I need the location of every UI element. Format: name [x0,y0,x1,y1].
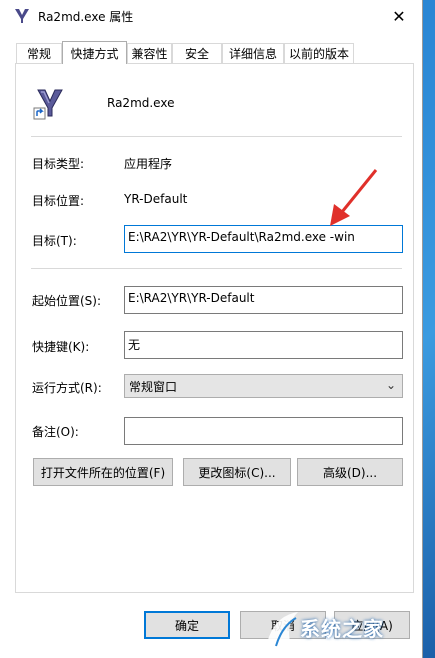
tab-previous-versions[interactable]: 以前的版本 [284,43,354,63]
comment-label: 备注(O): [32,425,79,439]
tab-shortcut[interactable]: 快捷方式 [62,41,127,64]
separator [31,268,402,269]
close-button[interactable]: ✕ [376,0,422,32]
tab-security[interactable]: 安全 [172,43,222,63]
properties-window: Ra2md.exe 属性 ✕ 常规 快捷方式 兼容性 安全 详细信息 以前的版本… [0,0,423,658]
file-name: Ra2md.exe [107,96,175,110]
tab-compatibility[interactable]: 兼容性 [127,43,172,63]
run-select-value: 常规窗口 [129,380,178,394]
change-icon-button[interactable]: 更改图标(C)... [183,458,291,486]
ra2-app-shortcut-icon [33,89,63,120]
target-label: 目标(T): [32,234,77,248]
watermark-subtext: XITONGZHIJIA.NET [300,640,373,648]
open-location-button[interactable]: 打开文件所在的位置(F) [33,458,173,486]
close-icon: ✕ [392,6,406,26]
comment-input[interactable] [124,417,403,445]
watermark-text: 系统之家 [300,617,384,641]
shortcut-key-input[interactable]: 无 [124,331,403,359]
run-label: 运行方式(R): [32,381,102,395]
advanced-button[interactable]: 高级(D)... [297,458,403,486]
ok-button[interactable]: 确定 [144,611,230,639]
chevron-down-icon: ⌄ [385,378,396,392]
start-in-label: 起始位置(S): [32,294,102,308]
target-location-value: YR-Default [124,192,188,206]
start-in-input[interactable]: E:\RA2\YR\YR-Default [124,286,403,314]
title-bar[interactable]: Ra2md.exe 属性 ✕ [0,0,422,32]
run-select[interactable]: 常规窗口 ⌄ [124,374,403,398]
target-type-label: 目标类型: [32,157,85,171]
target-type-value: 应用程序 [124,157,173,171]
shortcut-key-label: 快捷键(K): [32,340,90,354]
target-location-label: 目标位置: [32,194,85,208]
tab-details[interactable]: 详细信息 [222,43,284,63]
shortcut-panel [15,63,414,593]
tab-general[interactable]: 常规 [16,43,62,63]
window-title: Ra2md.exe 属性 [38,10,134,24]
app-icon [15,9,29,23]
separator [31,136,402,137]
target-input[interactable]: E:\RA2\YR\YR-Default\Ra2md.exe -win [124,225,403,253]
